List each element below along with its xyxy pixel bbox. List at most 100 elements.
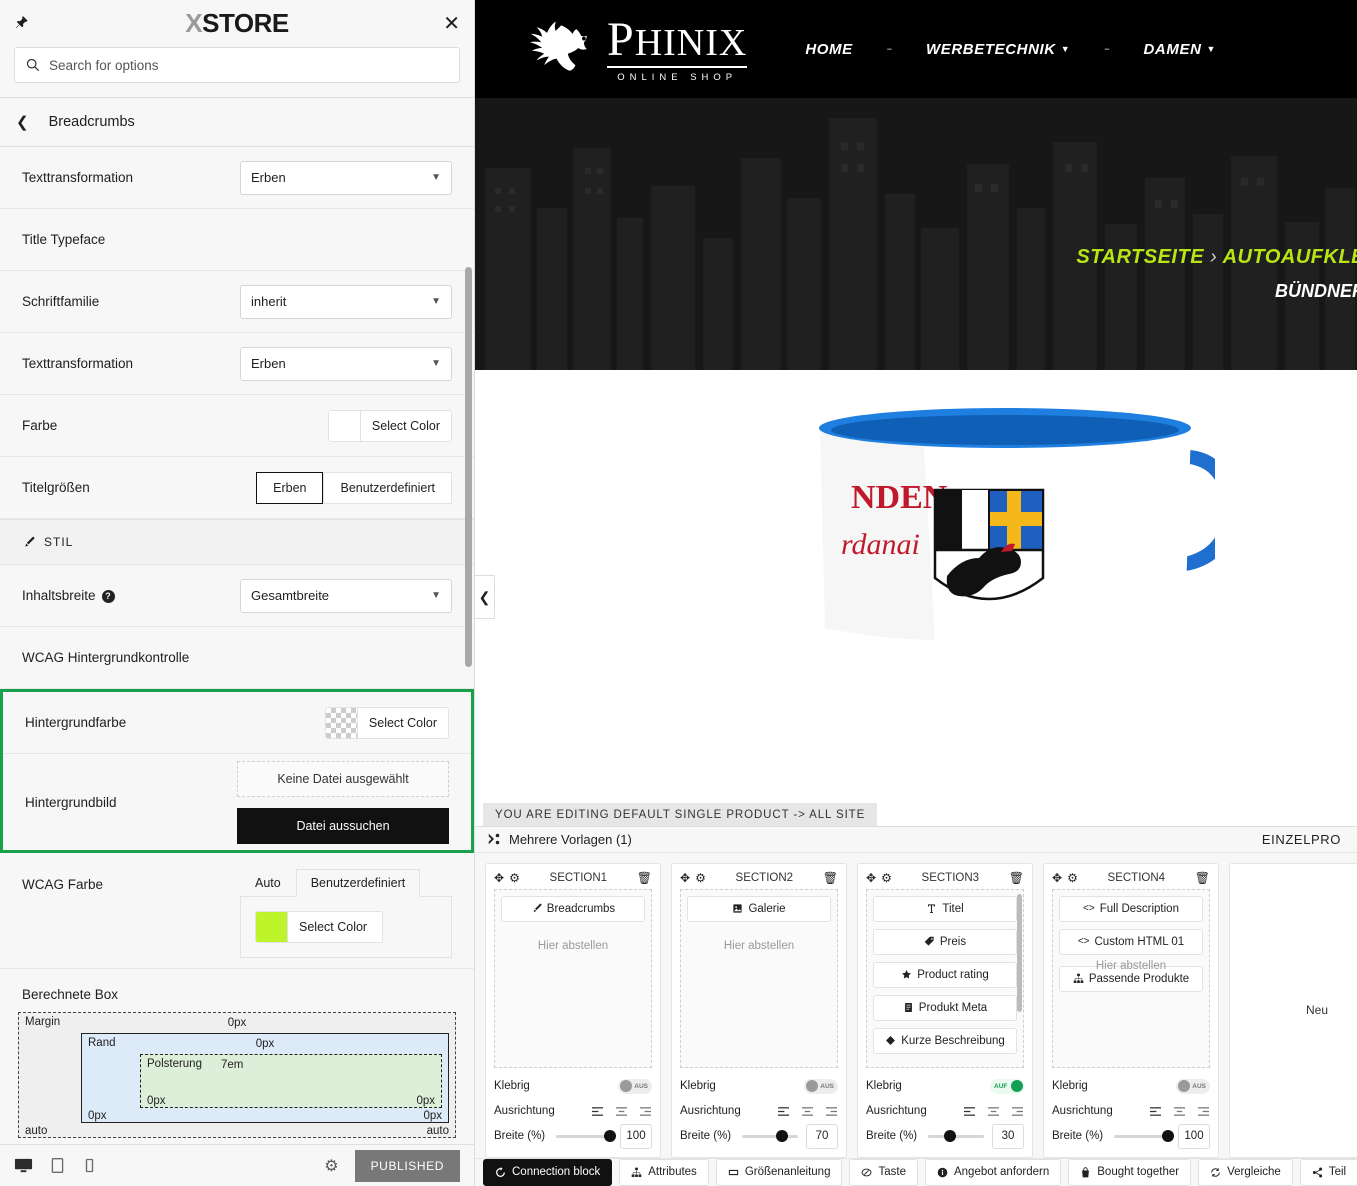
search-box[interactable] bbox=[14, 47, 460, 83]
brand-logo[interactable]: PHINIX ONLINE SHOP bbox=[527, 14, 748, 84]
move-icon[interactable]: ✥ bbox=[680, 871, 690, 885]
width-slider[interactable] bbox=[556, 1130, 616, 1143]
slider-knob[interactable] bbox=[776, 1130, 788, 1143]
chip-connection-block[interactable]: Connection block bbox=[483, 1158, 613, 1186]
align-left-icon[interactable] bbox=[591, 1106, 604, 1117]
align-right-icon[interactable] bbox=[825, 1106, 838, 1117]
trash-icon[interactable]: 🗑 bbox=[637, 871, 652, 885]
chip-angebot-anfordern[interactable]: Angebot anfordern bbox=[924, 1158, 1062, 1186]
help-icon[interactable]: ? bbox=[101, 589, 115, 603]
width-value[interactable]: 30 bbox=[992, 1123, 1024, 1149]
section-dropzone[interactable]: Galerie Hier abstellen bbox=[680, 888, 838, 1068]
align-right-icon[interactable] bbox=[1011, 1106, 1024, 1117]
builder-templates-label[interactable]: Mehrere Vorlagen (1) bbox=[509, 832, 632, 847]
align-left-icon[interactable] bbox=[963, 1106, 976, 1117]
gear-icon[interactable]: ⚙ bbox=[324, 1156, 338, 1176]
back-chevron-left-icon[interactable]: ❮ bbox=[16, 115, 29, 130]
move-icon[interactable]: ✥ bbox=[866, 871, 876, 885]
widget-titel[interactable]: Titel bbox=[873, 895, 1017, 922]
collapse-panel-chevron-left-icon[interactable]: ❮ bbox=[475, 575, 495, 619]
panel-scrollbar[interactable] bbox=[465, 267, 472, 667]
align-center-icon[interactable] bbox=[801, 1106, 814, 1117]
section-dropzone[interactable]: Titel Preis Product rating Produkt Meta bbox=[866, 888, 1024, 1068]
slider-knob[interactable] bbox=[604, 1130, 616, 1143]
color-picker-farbe[interactable]: Select Color bbox=[327, 409, 452, 442]
trash-icon[interactable]: 🗑 bbox=[823, 871, 838, 885]
width-value[interactable]: 100 bbox=[620, 1123, 652, 1149]
sticky-toggle[interactable]: AUS bbox=[804, 1078, 838, 1094]
align-left-icon[interactable] bbox=[1149, 1106, 1162, 1117]
widget-galerie[interactable]: Galerie bbox=[687, 895, 831, 922]
move-icon[interactable]: ✥ bbox=[1052, 871, 1062, 885]
widget-breadcrumbs[interactable]: Breadcrumbs bbox=[501, 895, 645, 922]
slider-knob[interactable] bbox=[1162, 1130, 1174, 1143]
wcag-tab-auto[interactable]: Auto bbox=[240, 869, 296, 897]
wcag-tab-benutzerdefiniert[interactable]: Benutzerdefiniert bbox=[295, 869, 421, 897]
site-header: PHINIX ONLINE SHOP HOME − WERBETECHNIK ▼ … bbox=[475, 0, 1357, 98]
gear-icon[interactable]: ⚙ bbox=[881, 871, 892, 885]
move-icon[interactable]: ✥ bbox=[494, 871, 504, 885]
gear-icon[interactable]: ⚙ bbox=[695, 871, 706, 885]
close-icon[interactable]: ✕ bbox=[443, 14, 460, 34]
titelgroessen-option-erben[interactable]: Erben bbox=[256, 471, 324, 504]
select-inhaltsbreite[interactable]: Gesamtbreite ▼ bbox=[240, 578, 452, 613]
width-slider[interactable] bbox=[928, 1130, 984, 1143]
breadcrumb-item-startseite[interactable]: STARTSEITE bbox=[1076, 246, 1204, 268]
chip-bought-together[interactable]: Bought together bbox=[1068, 1158, 1192, 1186]
align-center-icon[interactable] bbox=[615, 1106, 628, 1117]
width-slider[interactable] bbox=[742, 1130, 798, 1143]
breadcrumb-item-autoaufkle[interactable]: AUTOAUFKLE bbox=[1223, 246, 1357, 268]
slider-knob[interactable] bbox=[944, 1130, 956, 1143]
align-center-icon[interactable] bbox=[987, 1106, 1000, 1117]
align-right-icon[interactable] bbox=[1197, 1106, 1210, 1117]
widget-kurze-beschreibung[interactable]: Kurze Beschreibung bbox=[873, 1027, 1017, 1054]
sticky-toggle[interactable]: AUS bbox=[618, 1078, 652, 1094]
select-texttransformation-1[interactable]: Erben ▼ bbox=[240, 160, 452, 195]
tablet-icon[interactable] bbox=[49, 1157, 66, 1174]
align-right-icon[interactable] bbox=[639, 1106, 652, 1117]
color-swatch[interactable] bbox=[328, 410, 361, 441]
widget-produkt-meta[interactable]: Produkt Meta bbox=[873, 994, 1017, 1021]
search-input[interactable] bbox=[49, 57, 448, 73]
chip-groessenanleitung[interactable]: Größenanleitung bbox=[715, 1158, 843, 1186]
width-slider[interactable] bbox=[1114, 1130, 1174, 1143]
sticky-toggle[interactable]: AUS bbox=[1176, 1078, 1210, 1094]
widget-preis[interactable]: Preis bbox=[873, 928, 1017, 955]
trash-icon[interactable]: 🗑 bbox=[1009, 871, 1024, 885]
width-value[interactable]: 100 bbox=[1178, 1123, 1210, 1149]
chip-teil[interactable]: Teil bbox=[1299, 1158, 1357, 1186]
color-picker-hintergrundfarbe[interactable]: Select Color bbox=[324, 706, 449, 739]
gear-icon[interactable]: ⚙ bbox=[509, 871, 520, 885]
widget-product-rating[interactable]: Product rating bbox=[873, 961, 1017, 988]
nav-item-damen[interactable]: DAMEN ▼ bbox=[1144, 41, 1217, 58]
width-value[interactable]: 70 bbox=[806, 1123, 838, 1149]
sticky-toggle[interactable]: AUF bbox=[990, 1078, 1024, 1094]
chip-taste[interactable]: Taste bbox=[849, 1158, 918, 1186]
color-swatch-transparent[interactable] bbox=[325, 707, 358, 738]
pin-icon[interactable] bbox=[14, 15, 34, 33]
trash-icon[interactable]: 🗑 bbox=[1195, 871, 1210, 885]
chip-attributes[interactable]: Attributes bbox=[619, 1158, 709, 1186]
desktop-icon[interactable] bbox=[14, 1156, 33, 1175]
add-section-button[interactable]: Neu bbox=[1229, 862, 1357, 1158]
color-picker-wcag[interactable]: Select Color bbox=[255, 911, 383, 943]
section-dropzone[interactable]: <> Full Description <> Custom HTML 01 Hi… bbox=[1052, 888, 1210, 1068]
chip-vergleiche[interactable]: Vergleiche bbox=[1198, 1158, 1293, 1186]
nav-item-werbetechnik[interactable]: WERBETECHNIK ▼ bbox=[926, 41, 1070, 58]
choose-file-button[interactable]: Datei aussuchen bbox=[237, 807, 449, 844]
gear-icon[interactable]: ⚙ bbox=[1067, 871, 1078, 885]
align-left-icon[interactable] bbox=[777, 1106, 790, 1117]
widget-custom-html-01[interactable]: <> Custom HTML 01 bbox=[1059, 928, 1203, 955]
widget-full-description[interactable]: <> Full Description bbox=[1059, 895, 1203, 922]
select-texttransformation-2[interactable]: Erben ▼ bbox=[240, 346, 452, 381]
status-badge-published[interactable]: PUBLISHED bbox=[354, 1149, 460, 1182]
section-scrollbar[interactable] bbox=[1017, 893, 1022, 1012]
nav-item-home[interactable]: HOME bbox=[805, 41, 852, 58]
margin-left-value: auto bbox=[25, 1125, 48, 1137]
select-schriftfamilie[interactable]: inherit ▼ bbox=[240, 284, 452, 319]
color-swatch-lime[interactable] bbox=[256, 912, 288, 942]
section-dropzone[interactable]: Breadcrumbs Hier abstellen bbox=[494, 888, 652, 1068]
titelgroessen-option-benutzerdefiniert[interactable]: Benutzerdefiniert bbox=[323, 471, 452, 504]
align-center-icon[interactable] bbox=[1173, 1106, 1186, 1117]
mobile-icon[interactable] bbox=[82, 1158, 97, 1173]
